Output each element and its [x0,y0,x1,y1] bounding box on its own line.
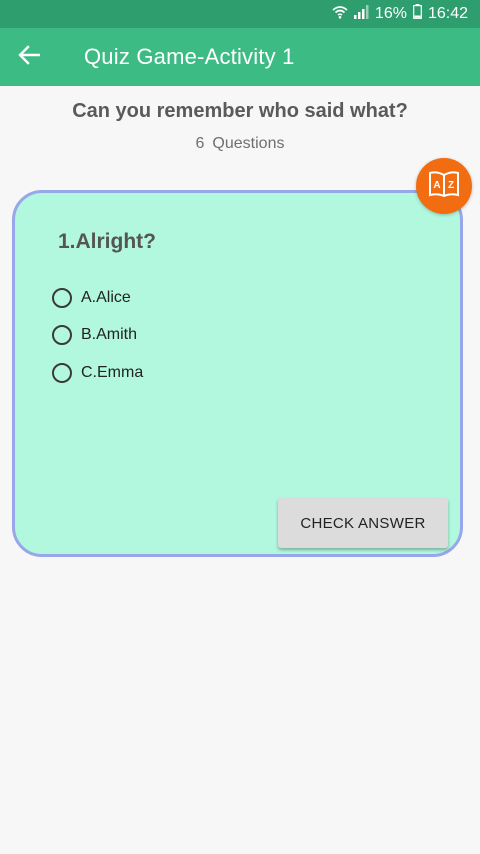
option-label: B.Amith [81,326,138,343]
option-c[interactable]: C.Emma [52,360,143,386]
wifi-icon [332,5,348,24]
clock: 16:42 [427,5,468,22]
badge-letter-a: A [433,180,440,191]
question-count-label: Questions [212,135,285,152]
quiz-heading: Can you remember who said what? [72,100,408,122]
signal-icon [353,4,369,24]
dictionary-badge[interactable]: A Z [416,158,472,214]
app-bar: Quiz Game-Activity 1 [0,28,480,86]
app-title: Quiz Game-Activity 1 [84,44,295,69]
question-text: 1.Alright? [58,230,156,253]
badge-letter-z: Z [448,180,454,191]
check-answer-button[interactable]: CHECK ANSWER [278,498,448,548]
option-label: C.Emma [81,364,144,381]
battery-icon [413,4,422,24]
question-count: 6 Questions [0,135,480,153]
radio-button[interactable] [52,325,72,345]
option-b[interactable]: B.Amith [52,322,137,348]
status-bar: 16% 16:42 [0,0,480,28]
dictionary-book-icon: A Z [427,169,461,204]
radio-button[interactable] [52,288,72,308]
back-button[interactable] [10,38,48,76]
status-icons: 16% 16:42 [332,4,468,24]
radio-button[interactable] [52,363,72,383]
arrow-left-icon [18,44,41,70]
option-a[interactable]: A.Alice [52,285,131,311]
option-label: A.Alice [81,289,131,306]
battery-percent: 16% [374,5,407,22]
question-count-number: 6 [195,135,205,152]
